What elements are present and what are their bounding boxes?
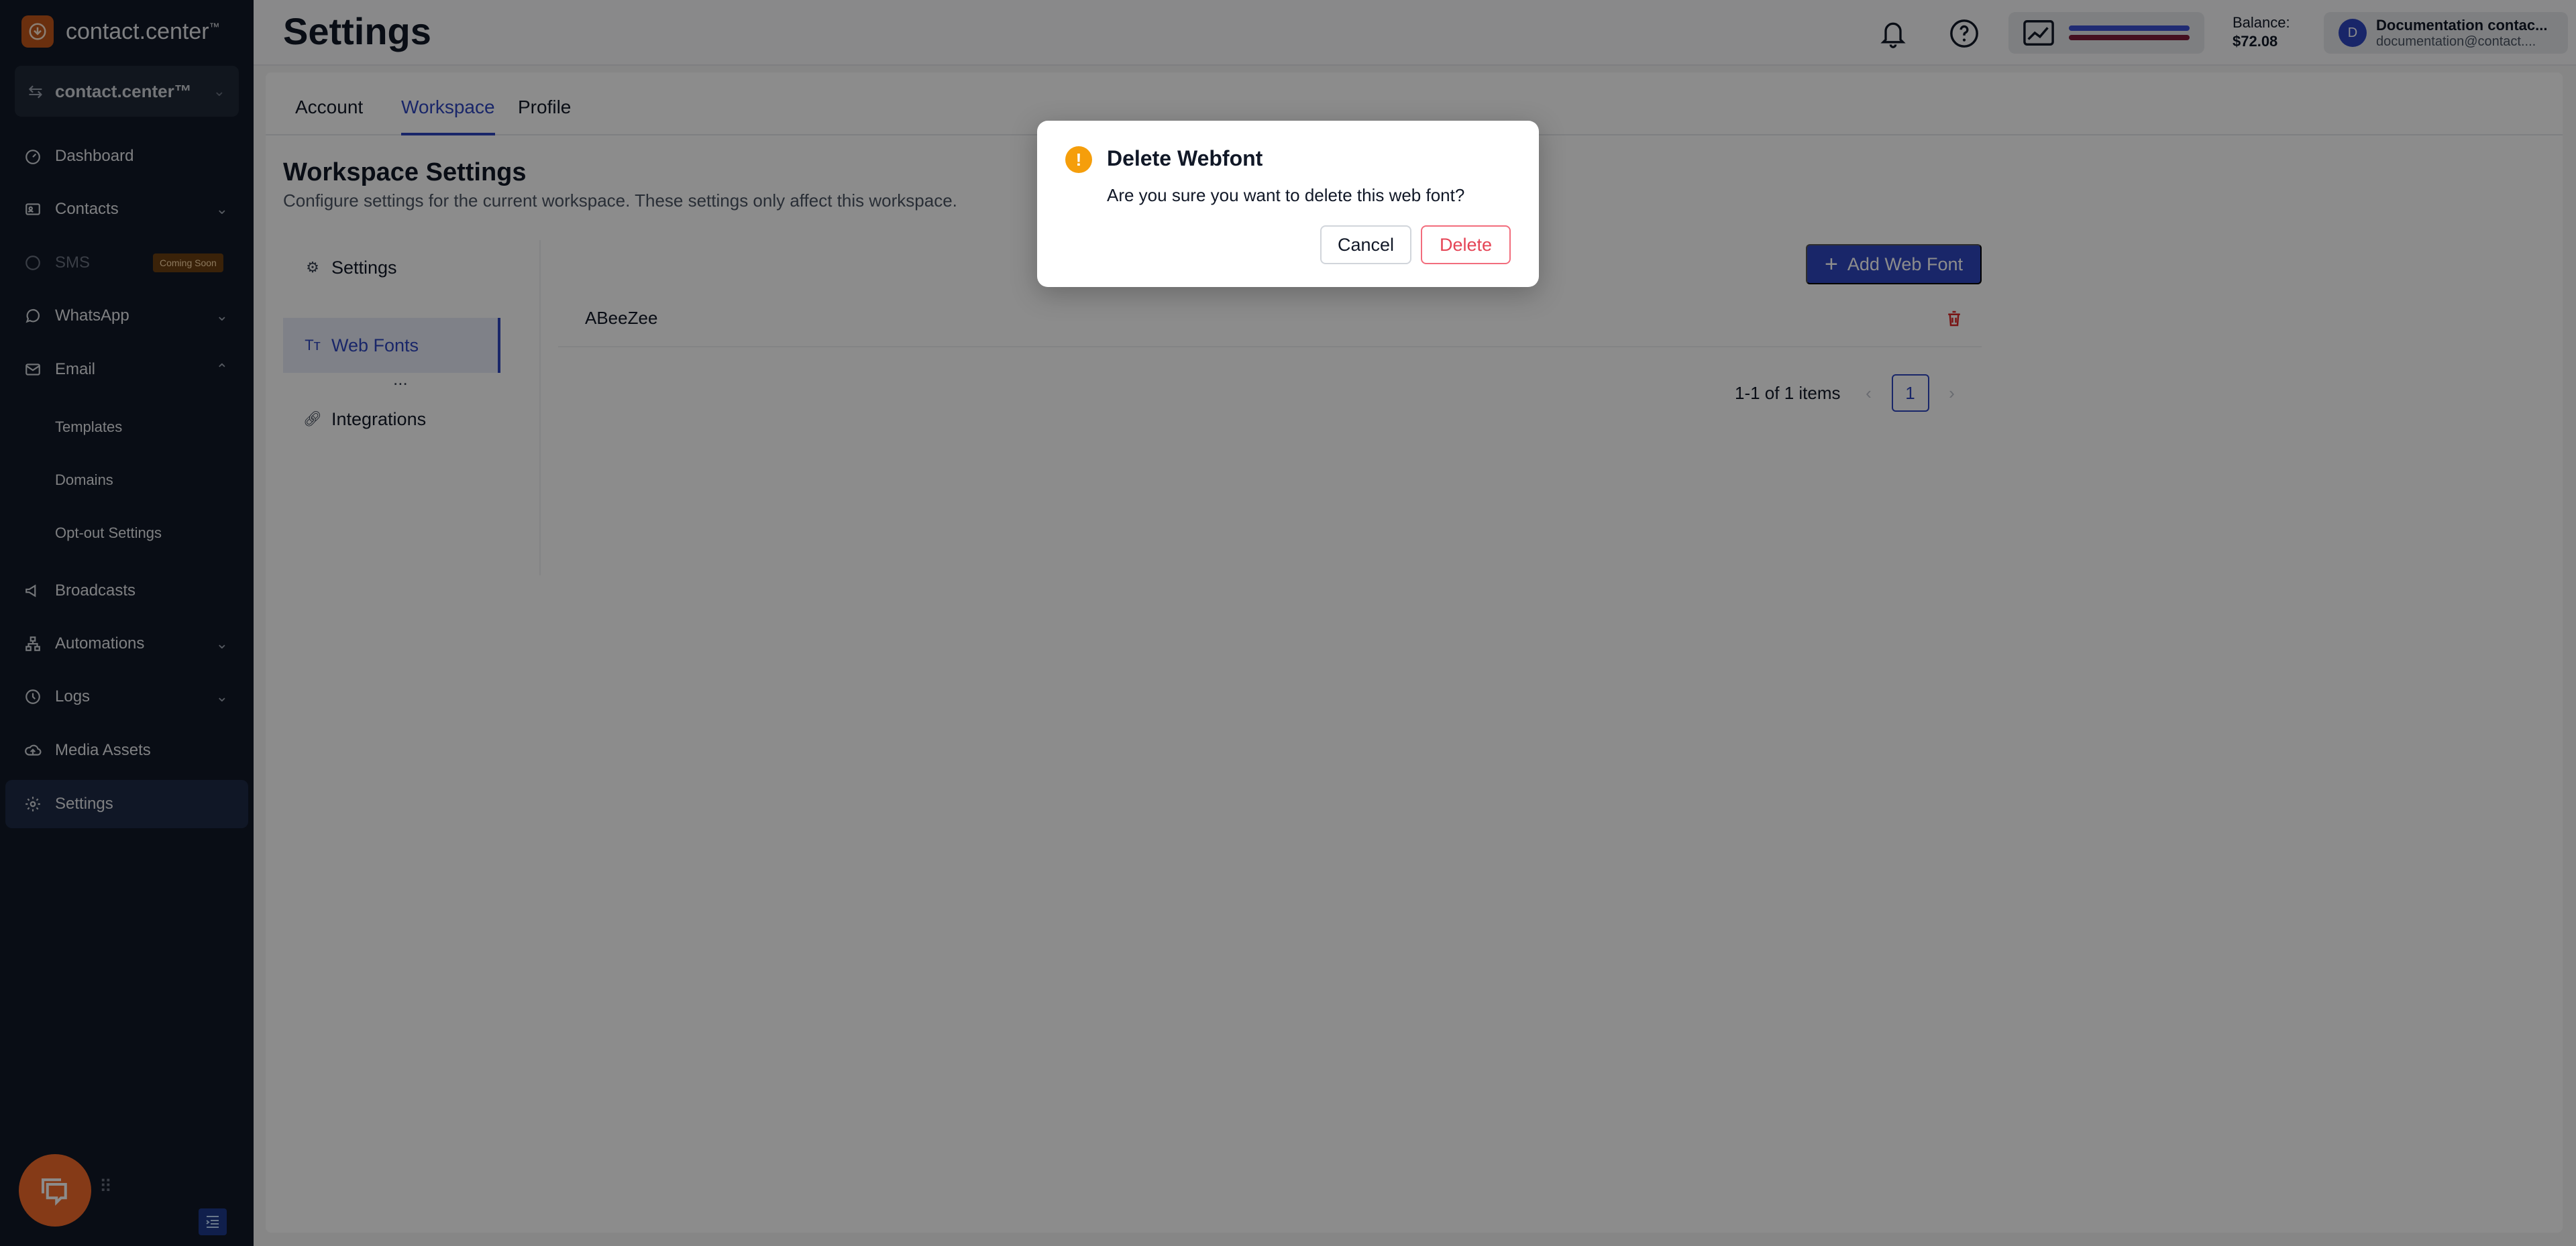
warning-icon: ! xyxy=(1065,146,1092,173)
dialog-message: Are you sure you want to delete this web… xyxy=(1107,185,1465,205)
delete-webfont-dialog: ! Delete Webfont Are you sure you want t… xyxy=(1037,121,1539,287)
cancel-button[interactable]: Cancel xyxy=(1320,225,1411,264)
dialog-title: Delete Webfont xyxy=(1107,146,1263,170)
delete-button[interactable]: Delete xyxy=(1421,225,1511,264)
